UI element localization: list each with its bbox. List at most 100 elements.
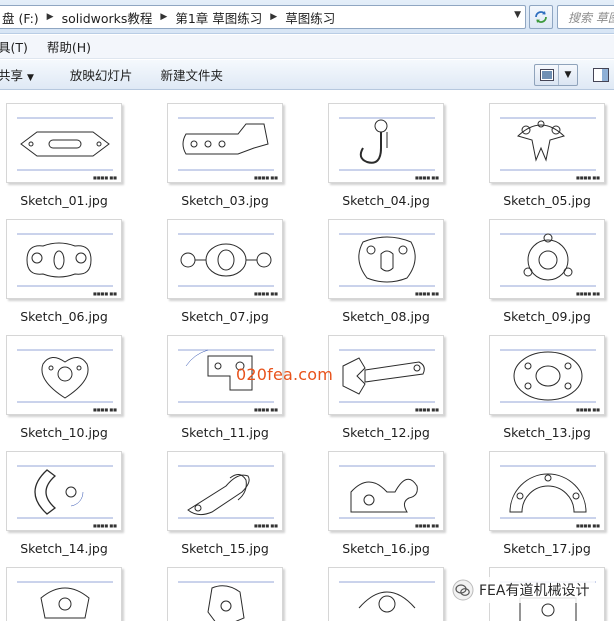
file-name: Sketch_03.jpg [181, 193, 269, 208]
refresh-button[interactable] [529, 5, 553, 29]
svg-text:■■■■ ■■: ■■■■ ■■ [576, 523, 600, 528]
svg-text:■■■■ ■■: ■■■■ ■■ [93, 291, 117, 296]
menu-bar: 具(T) 帮助(H) [0, 35, 614, 59]
file-thumbnail[interactable]: ■■■■ ■■ [6, 219, 122, 299]
svg-text:■■■■ ■■: ■■■■ ■■ [576, 291, 600, 296]
file-thumbnail[interactable]: ■■■■ ■■ [6, 335, 122, 415]
sketch-drawing: ■■■■ ■■ [339, 349, 439, 412]
file-thumbnail[interactable]: ■■■■ ■■ [328, 567, 444, 621]
breadcrumb-drive[interactable]: 盘 (F:) [0, 8, 44, 27]
sketch-drawing: ■■■■ ■■ [339, 465, 439, 528]
address-bar[interactable]: 盘 (F:) ▶ solidworks教程 ▶ 第1章 草图练习 ▶ 草图练习 … [0, 5, 526, 29]
file-thumbnail[interactable]: ■■■■ ■■ [6, 567, 122, 621]
sketch-drawing: ■■■■ ■■ [500, 349, 600, 412]
sketch-drawing: ■■■■ ■■ [178, 465, 278, 528]
sketch-drawing: ■■■■ ■■ [17, 465, 117, 528]
svg-text:■■■■ ■■: ■■■■ ■■ [415, 407, 439, 412]
file-thumbnail[interactable]: ■■■■ ■■ [489, 451, 605, 531]
svg-text:■■■■ ■■: ■■■■ ■■ [254, 291, 278, 296]
file-name: Sketch_15.jpg [181, 541, 269, 556]
file-name: Sketch_11.jpg [181, 425, 269, 440]
svg-text:■■■■ ■■: ■■■■ ■■ [254, 523, 278, 528]
refresh-icon [535, 11, 547, 23]
view-dropdown-icon[interactable]: ▼ [559, 70, 577, 80]
file-name: Sketch_16.jpg [342, 541, 430, 556]
sketch-drawing: ■■■■ ■■ [17, 349, 117, 412]
file-thumbnail[interactable]: ■■■■ ■■ [328, 103, 444, 183]
command-bar: 共享 ▼ 放映幻灯片 新建文件夹 [0, 60, 614, 90]
chevron-down-icon: ▼ [27, 73, 34, 83]
breadcrumb-separator-icon[interactable]: ▶ [44, 12, 57, 22]
sketch-drawing: ■■■■ ■■ [178, 233, 278, 296]
file-name: Sketch_10.jpg [20, 425, 108, 440]
file-thumbnail[interactable]: ■■■■ ■■ [328, 451, 444, 531]
watermark-badge: FEA有道机械设计 [448, 577, 596, 603]
svg-text:■■■■ ■■: ■■■■ ■■ [576, 407, 600, 412]
svg-text:■■■■ ■■: ■■■■ ■■ [576, 175, 600, 180]
search-input[interactable]: 搜索 草图 [557, 5, 614, 29]
file-thumbnail[interactable]: ■■■■ ■■ [489, 335, 605, 415]
sketch-drawing: ■■■■ ■■ [17, 581, 113, 619]
breadcrumb-chapter[interactable]: 第1章 草图练习 [170, 8, 267, 27]
menu-help[interactable]: 帮助(H) [47, 37, 98, 56]
share-label: 共享 [0, 68, 24, 83]
svg-text:■■■■ ■■: ■■■■ ■■ [415, 291, 439, 296]
file-name: Sketch_12.jpg [342, 425, 430, 440]
sketch-drawing: ■■■■ ■■ [500, 233, 600, 296]
sketch-drawing: ■■■■ ■■ [500, 117, 600, 180]
file-name: Sketch_14.jpg [20, 541, 108, 556]
svg-text:■■■■ ■■: ■■■■ ■■ [254, 407, 278, 412]
sketch-drawing: ■■■■ ■■ [339, 233, 439, 296]
sketch-drawing: ■■■■ ■■ [500, 465, 600, 528]
view-icon [535, 65, 559, 85]
file-name: Sketch_06.jpg [20, 309, 108, 324]
svg-text:■■■■ ■■: ■■■■ ■■ [415, 175, 439, 180]
slideshow-button[interactable]: 放映幻灯片 [60, 65, 143, 84]
file-name: Sketch_17.jpg [503, 541, 591, 556]
new-folder-button[interactable]: 新建文件夹 [150, 65, 233, 84]
file-grid: ■■■■ ■■ Sketch_01.jpg ■■■■ ■■ Sketch_03.… [0, 91, 614, 621]
menu-tools[interactable]: 具(T) [0, 37, 35, 56]
preview-pane-button[interactable] [590, 64, 612, 86]
file-thumbnail[interactable]: ■■■■ ■■ [328, 219, 444, 299]
sketch-drawing: ■■■■ ■■ [17, 117, 117, 180]
file-name: Sketch_01.jpg [20, 193, 108, 208]
address-history-dropdown-icon[interactable]: ▼ [514, 10, 521, 20]
file-thumbnail[interactable]: ■■■■ ■■ [489, 219, 605, 299]
breadcrumb-separator-icon[interactable]: ▶ [267, 12, 280, 22]
breadcrumb-solidworks[interactable]: solidworks教程 [57, 8, 158, 27]
sketch-drawing: ■■■■ ■■ [178, 581, 274, 621]
file-thumbnail[interactable]: ■■■■ ■■ [6, 103, 122, 183]
svg-text:■■■■ ■■: ■■■■ ■■ [254, 175, 278, 180]
file-thumbnail[interactable]: ■■■■ ■■ [489, 103, 605, 183]
sketch-drawing: ■■■■ ■■ [339, 117, 439, 180]
svg-text:■■■■ ■■: ■■■■ ■■ [93, 523, 117, 528]
share-button[interactable]: 共享 ▼ [0, 65, 44, 84]
file-name: Sketch_07.jpg [181, 309, 269, 324]
sketch-drawing: ■■■■ ■■ [178, 117, 278, 180]
change-view-button[interactable]: ▼ [534, 64, 578, 86]
preview-pane-icon [593, 68, 609, 82]
file-thumbnail[interactable]: ■■■■ ■■ [167, 567, 283, 621]
breadcrumb-separator-icon[interactable]: ▶ [157, 12, 170, 22]
svg-text:■■■■ ■■: ■■■■ ■■ [415, 523, 439, 528]
file-thumbnail[interactable]: ■■■■ ■■ [167, 451, 283, 531]
file-name: Sketch_08.jpg [342, 309, 430, 324]
svg-text:■■■■ ■■: ■■■■ ■■ [93, 175, 117, 180]
address-bar-row: 盘 (F:) ▶ solidworks教程 ▶ 第1章 草图练习 ▶ 草图练习 … [0, 0, 614, 34]
file-thumbnail[interactable]: ■■■■ ■■ [167, 103, 283, 183]
svg-text:■■■■ ■■: ■■■■ ■■ [93, 407, 117, 412]
file-thumbnail[interactable]: ■■■■ ■■ [167, 219, 283, 299]
file-name: Sketch_05.jpg [503, 193, 591, 208]
watermark-corner-text: FEA有道机械设计 [479, 583, 590, 599]
breadcrumb-current[interactable]: 草图练习 [280, 8, 340, 27]
sketch-drawing: ■■■■ ■■ [17, 233, 117, 296]
watermark-text: 020fea.com [236, 365, 334, 384]
file-name: Sketch_04.jpg [342, 193, 430, 208]
file-name: Sketch_13.jpg [503, 425, 591, 440]
file-thumbnail[interactable]: ■■■■ ■■ [6, 451, 122, 531]
sketch-drawing: ■■■■ ■■ [339, 581, 435, 613]
file-name: Sketch_09.jpg [503, 309, 591, 324]
file-thumbnail[interactable]: ■■■■ ■■ [328, 335, 444, 415]
wechat-icon [452, 579, 474, 601]
